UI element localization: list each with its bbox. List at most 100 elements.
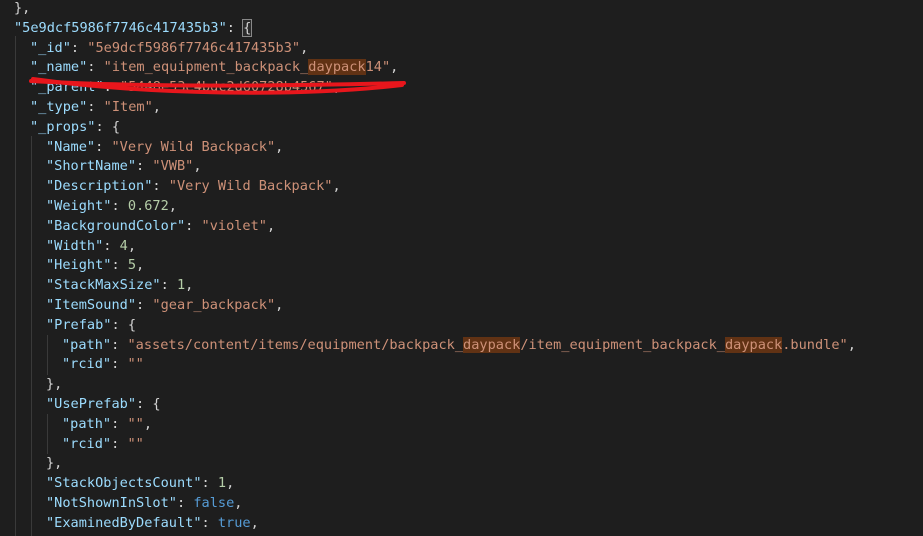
code-token: : { (136, 396, 161, 412)
code-token: : (111, 435, 128, 452)
code-token: : (136, 158, 153, 175)
code-line: "BackgroundColor": "violet", (46, 217, 275, 237)
code-token: , (390, 59, 399, 76)
code-token: 14" (365, 59, 391, 76)
code-token: false (193, 495, 235, 511)
code-token: "assets/content/items/equipment/backpack… (127, 336, 464, 353)
code-line: "Weight": 0.672, (46, 197, 177, 217)
code-token: "_parent" (30, 79, 104, 96)
code-line: "_props": { (30, 118, 120, 138)
code-line: "rcid": "" (62, 355, 144, 375)
code-line: "_name": "item_equipment_backpack_daypac… (30, 58, 398, 78)
code-token: "ShortName" (46, 158, 137, 175)
code-token: , (332, 178, 341, 195)
code-token: : (103, 79, 121, 96)
code-line: "ShortName": "VWB", (46, 157, 202, 177)
code-token: "StackObjectsCount" (46, 475, 202, 492)
code-token: : (152, 178, 169, 195)
code-line: "NotShownInSlot": false, (46, 494, 242, 514)
code-line: }, (46, 454, 62, 474)
code-token: 4 (119, 237, 128, 254)
code-token: , (185, 277, 194, 294)
code-token: "violet" (201, 217, 267, 234)
code-token: "_id" (30, 39, 71, 56)
code-token: 5 (127, 257, 137, 274)
code-token: "_name" (30, 59, 88, 76)
code-token: : (136, 297, 153, 313)
code-token: "BackgroundColor" (46, 217, 186, 234)
code-token: , (168, 198, 177, 214)
code-line: "_parent": "5448e53e4bdc2d60728b4567", (30, 78, 341, 98)
code-token: "5448e53e4bdc2d60728b4567" (120, 79, 333, 96)
code-line: }, (14, 0, 30, 19)
code-line: "Height": 5, (46, 256, 144, 276)
code-token: "UsePrefab" (46, 396, 137, 412)
code-line: "_type": "Item", (30, 98, 161, 118)
code-token: : { (95, 118, 121, 135)
code-line: "StackMaxSize": 1, (46, 276, 193, 296)
code-token: /item_equipment_backpack_ (520, 336, 725, 353)
code-token: "NotShownInSlot" (46, 495, 177, 511)
code-token: : (111, 198, 128, 214)
code-token: "path" (62, 415, 112, 432)
code-token: "VWB" (152, 158, 194, 175)
code-token: 0.672 (127, 198, 169, 214)
code-line: "Name": "Very Wild Backpack", (46, 138, 283, 158)
code-editor[interactable]: }, "5e9dcf5986f7746c417435b3": {"_id": "5… (0, 0, 923, 536)
code-token: : (226, 19, 244, 36)
code-line: "path": "assets/content/items/equipment/… (62, 336, 856, 356)
code-token: }, (46, 376, 63, 393)
code-token: true (217, 514, 251, 531)
code-token: "Name" (46, 138, 96, 155)
indent-guide (47, 414, 48, 454)
search-match-highlight: daypack (724, 336, 783, 353)
code-token: .bundle" (782, 336, 848, 353)
code-token: "" (127, 356, 144, 373)
code-token: : (201, 475, 218, 492)
code-token: , (152, 99, 161, 115)
code-line: "ItemSound": "gear_backpack", (46, 296, 283, 316)
code-token: : { (111, 316, 137, 333)
code-token: "5e9dcf5986f7746c417435b3" (14, 19, 227, 36)
code-token: "ItemSound" (46, 297, 137, 313)
code-token: "ExaminedByDefault" (46, 514, 202, 531)
code-line: "_id": "5e9dcf5986f7746c417435b3", (30, 39, 308, 59)
code-token: : (201, 514, 218, 531)
code-token: , (847, 336, 856, 353)
code-token: 1 (217, 475, 227, 492)
code-token: "rcid" (62, 356, 112, 373)
code-token: "Weight" (46, 198, 112, 214)
code-token: , (275, 297, 284, 313)
code-line: "path": "", (62, 415, 152, 435)
bracket-match: { (242, 18, 253, 37)
code-line: "5e9dcf5986f7746c417435b3": { (14, 18, 253, 39)
indent-guide (31, 136, 32, 536)
code-token: }, (14, 0, 31, 16)
code-token: , (234, 495, 243, 511)
code-line: "ExaminedByDefault": true, (46, 514, 259, 534)
code-line: "StackObjectsCount": 1, (46, 474, 234, 494)
code-token: , (127, 237, 137, 254)
search-match-highlight: daypack (308, 59, 366, 76)
code-token: : (95, 138, 112, 155)
code-token: "Very Wild Backpack" (111, 138, 276, 155)
code-line: "rcid": "" (62, 435, 144, 455)
code-token: , (275, 138, 284, 155)
code-token: 1 (176, 277, 186, 294)
code-token: , (267, 217, 276, 234)
code-token: , (332, 79, 342, 96)
code-token: : (111, 415, 128, 432)
code-token: : (87, 99, 104, 115)
code-token: "Very Wild Backpack" (168, 178, 333, 195)
code-token: : (111, 356, 128, 373)
code-token: "Width" (46, 237, 104, 254)
search-match-highlight: daypack (463, 336, 521, 353)
code-token: : (160, 277, 177, 294)
code-line: }, (46, 375, 62, 395)
code-token: "" (127, 415, 144, 432)
code-token: "_props" (30, 118, 96, 135)
code-token: "_type" (30, 99, 88, 115)
code-token: , (300, 39, 309, 56)
code-token: "gear_backpack" (152, 297, 276, 313)
code-token: , (226, 475, 235, 492)
